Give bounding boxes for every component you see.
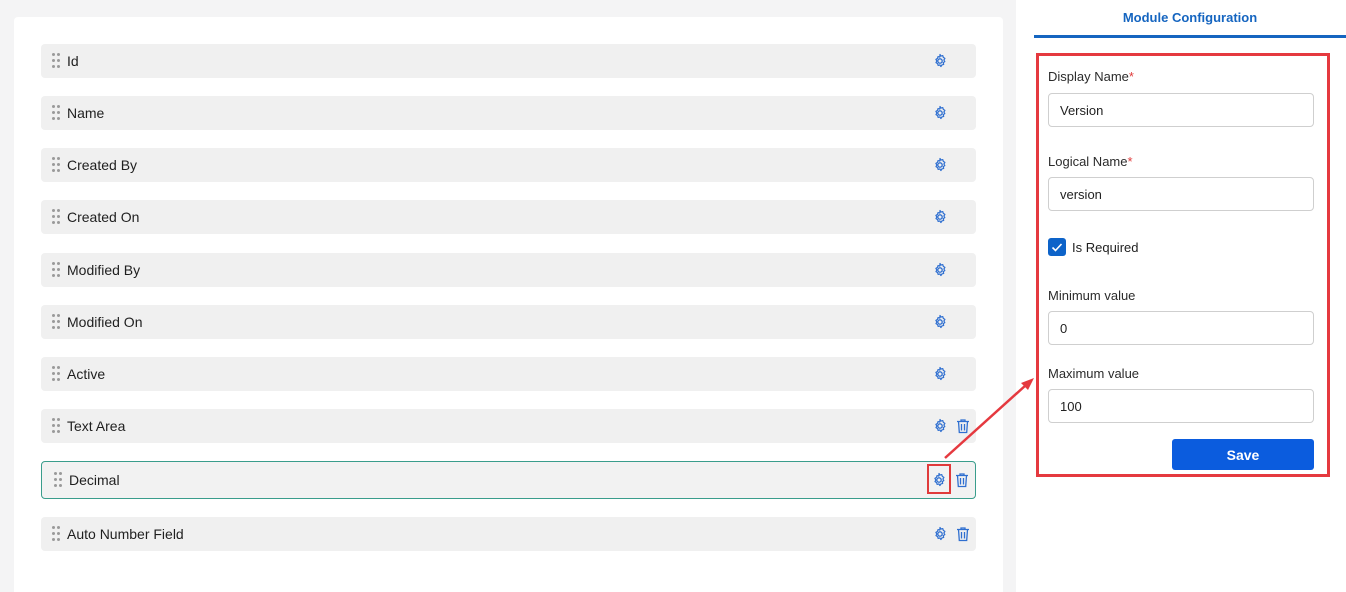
trash-icon[interactable]: [956, 526, 970, 542]
gear-icon[interactable]: [932, 314, 948, 330]
field-row-text-area[interactable]: Text Area: [41, 409, 976, 443]
field-list-card: Id Name Created By Created On Modified B…: [14, 17, 1003, 592]
maximum-value-field[interactable]: [1048, 389, 1314, 423]
config-highlight-box: Display Name* Logical Name* Is Required …: [1036, 53, 1330, 477]
drag-handle-icon[interactable]: [52, 105, 60, 121]
drag-handle-icon[interactable]: [52, 157, 60, 173]
field-label: Modified By: [67, 262, 141, 278]
checkmark-icon: [1051, 243, 1063, 252]
trash-icon[interactable]: [956, 418, 970, 434]
drag-handle-icon[interactable]: [54, 472, 62, 488]
field-row-active[interactable]: Active: [41, 357, 976, 391]
field-label: Decimal: [69, 472, 120, 488]
field-row-created-on[interactable]: Created On: [41, 200, 976, 234]
maximum-value-label: Maximum value: [1048, 366, 1140, 381]
gear-icon[interactable]: [931, 472, 947, 488]
gear-icon[interactable]: [932, 526, 948, 542]
drag-handle-icon[interactable]: [52, 366, 60, 382]
field-label: Text Area: [67, 418, 126, 434]
field-label: Modified On: [67, 314, 143, 330]
field-row-auto-number-field[interactable]: Auto Number Field: [41, 517, 976, 551]
is-required-label: Is Required: [1072, 240, 1139, 255]
logical-name-label: Logical Name*: [1048, 154, 1133, 169]
drag-handle-icon[interactable]: [52, 314, 60, 330]
gear-icon[interactable]: [932, 157, 948, 173]
field-row-name[interactable]: Name: [41, 96, 976, 130]
trash-icon[interactable]: [955, 472, 969, 488]
field-row-modified-on[interactable]: Modified On: [41, 305, 976, 339]
field-label: Created By: [67, 157, 138, 173]
gear-icon[interactable]: [932, 105, 948, 121]
field-row-id[interactable]: Id: [41, 44, 976, 78]
gear-icon[interactable]: [932, 262, 948, 278]
field-row-decimal[interactable]: Decimal: [41, 461, 976, 499]
display-name-field[interactable]: [1048, 93, 1314, 127]
field-row-created-by[interactable]: Created By: [41, 148, 976, 182]
drag-handle-icon[interactable]: [52, 262, 60, 278]
drag-handle-icon[interactable]: [52, 418, 60, 434]
field-label: Name: [67, 105, 105, 121]
drag-handle-icon[interactable]: [52, 526, 60, 542]
field-row-modified-by[interactable]: Modified By: [41, 253, 976, 287]
gear-icon[interactable]: [932, 418, 948, 434]
field-label: Auto Number Field: [67, 526, 184, 542]
panel-title[interactable]: Module Configuration: [1034, 0, 1346, 38]
save-button[interactable]: Save: [1172, 439, 1314, 470]
gear-icon[interactable]: [932, 53, 948, 69]
gear-icon[interactable]: [932, 366, 948, 382]
field-label: Active: [67, 366, 106, 382]
is-required-checkbox[interactable]: [1048, 238, 1066, 256]
gear-icon[interactable]: [932, 209, 948, 225]
logical-name-field[interactable]: [1048, 177, 1314, 211]
display-name-label: Display Name*: [1048, 69, 1134, 84]
minimum-value-label: Minimum value: [1048, 288, 1136, 303]
field-label: Created On: [67, 209, 140, 225]
drag-handle-icon[interactable]: [52, 53, 60, 69]
module-configuration-panel: Module Configuration Display Name* Logic…: [1016, 0, 1346, 592]
field-label: Id: [67, 53, 79, 69]
minimum-value-field[interactable]: [1048, 311, 1314, 345]
drag-handle-icon[interactable]: [52, 209, 60, 225]
